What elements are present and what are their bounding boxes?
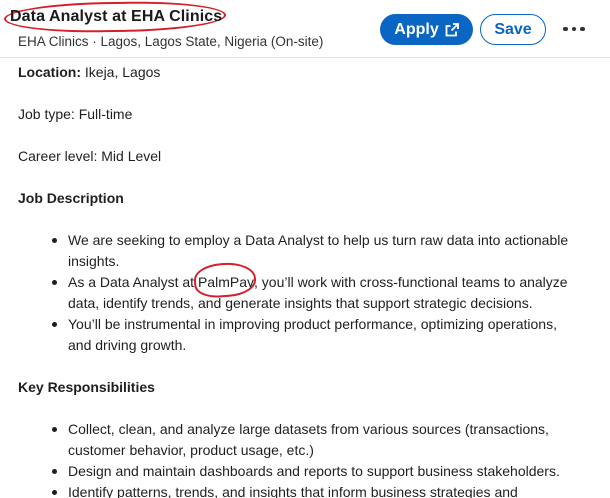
apply-button-label: Apply: [394, 20, 439, 38]
apply-button[interactable]: Apply: [380, 14, 473, 45]
career-level: Career level: Mid Level: [18, 148, 162, 164]
job-description-heading: Job Description: [18, 190, 124, 206]
job-header: Data Analyst at EHA Clinics EHA Clinics …: [0, 0, 610, 58]
location-line: Location: Ikeja, Lagos: [18, 62, 160, 83]
list-item: Collect, clean, and analyze large datase…: [18, 419, 578, 461]
job-description-list: We are seeking to employ a Data Analyst …: [18, 230, 578, 356]
more-options-icon[interactable]: [558, 17, 590, 41]
company-name-annotated: PalmPay: [192, 260, 258, 300]
list-item: As a Data Analyst at PalmPay, you’ll wor…: [18, 260, 578, 314]
external-link-icon: [445, 22, 459, 37]
job-type: Job type: Full-time: [18, 106, 133, 122]
company-location: EHA Clinics · Lagos, Lagos State, Nigeri…: [18, 34, 324, 49]
job-title[interactable]: Data Analyst at EHA Clinics: [10, 8, 222, 26]
list-item: You’ll be instrumental in improving prod…: [18, 314, 578, 356]
list-item: We are seeking to employ a Data Analyst …: [18, 230, 578, 272]
save-button[interactable]: Save: [480, 14, 546, 45]
responsibilities-heading: Key Responsibilities: [18, 379, 155, 395]
list-item: Identify patterns, trends, and insights …: [18, 482, 578, 498]
location-value: Ikeja, Lagos: [81, 64, 161, 80]
list-item: Design and maintain dashboards and repor…: [18, 461, 578, 482]
responsibilities-list: Collect, clean, and analyze large datase…: [18, 419, 578, 498]
location-label: Location:: [18, 64, 81, 80]
